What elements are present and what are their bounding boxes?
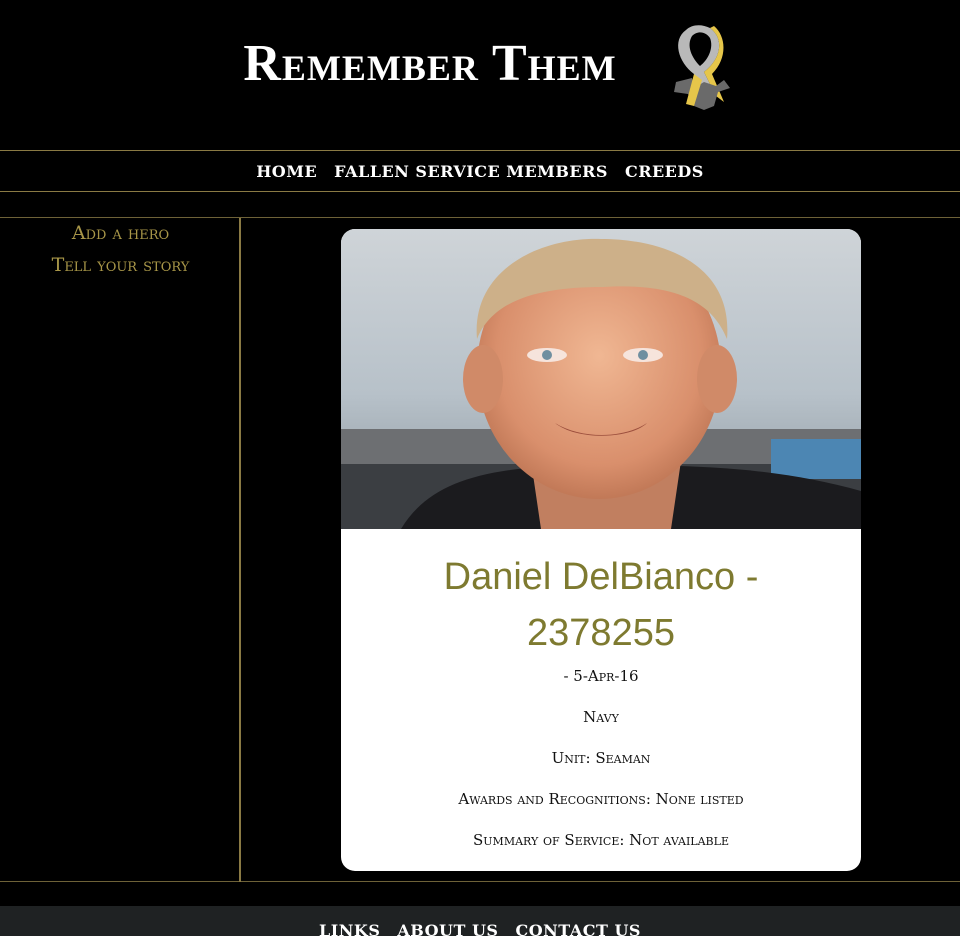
footer-links[interactable]: LINKS: [319, 921, 380, 936]
profile-card: Daniel DelBianco - 2378255 - 5-Apr-16 Na…: [341, 229, 861, 871]
service-branch: Navy: [583, 708, 619, 726]
content-area: Add a hero Tell your story Daniel DelBia…: [0, 217, 960, 882]
hero-name: Daniel DelBianco - 2378255: [443, 556, 759, 654]
site-footer: LINKS ABOUT US CONTACT US: [0, 906, 960, 936]
sidebar-tell-story[interactable]: Tell your story: [0, 254, 241, 276]
service-dates: - 5-Apr-16: [563, 667, 639, 685]
service-unit: Unit: Seaman: [551, 749, 651, 767]
sidebar-add-hero[interactable]: Add a hero: [0, 222, 241, 244]
nav-home[interactable]: HOME: [256, 162, 317, 181]
profile-photo: [341, 229, 861, 529]
main-nav: HOME FALLEN SERVICE MEMBERS CREEDS: [0, 150, 960, 192]
footer-contact-us[interactable]: CONTACT US: [515, 921, 640, 936]
nav-fallen-service-members[interactable]: FALLEN SERVICE MEMBERS: [334, 162, 608, 181]
sidebar: Add a hero Tell your story: [0, 218, 241, 882]
nav-creeds[interactable]: CREEDS: [625, 162, 704, 181]
service-awards: Awards and Recognitions: None listed: [458, 790, 744, 808]
site-header: Remember Them: [0, 0, 960, 150]
footer-about-us[interactable]: ABOUT US: [397, 921, 498, 936]
service-summary: Summary of Service: Not available: [473, 831, 729, 849]
ribbon-eagle-icon[interactable]: [664, 22, 736, 118]
